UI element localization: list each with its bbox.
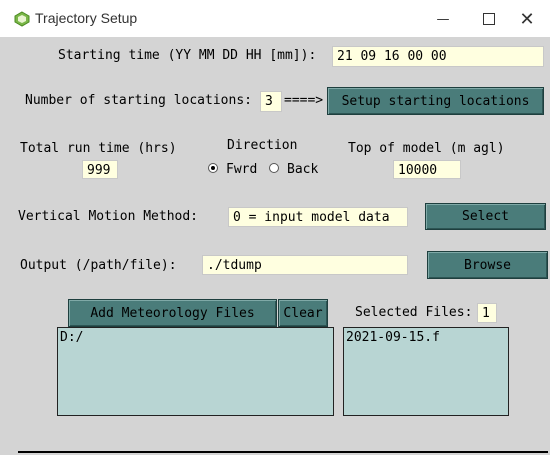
run-time-input[interactable]: 999 [82, 160, 118, 179]
start-time-input[interactable]: 21 09 16 00 00 [332, 46, 544, 67]
direction-label: Direction [227, 138, 298, 153]
maximize-icon [483, 13, 495, 25]
locations-arrow: ====> [284, 93, 324, 108]
forward-label: Fwrd [226, 162, 258, 177]
selected-files-count[interactable]: 1 [477, 303, 497, 323]
directory-listbox[interactable]: D:/ [57, 327, 334, 416]
files-listbox[interactable]: 2021-09-15.f [343, 327, 509, 416]
list-item[interactable]: D:/ [60, 330, 331, 345]
select-button[interactable]: Select [425, 203, 546, 230]
run-time-label: Total run time (hrs) [20, 141, 177, 156]
setup-locations-button[interactable]: Setup starting locations [327, 87, 544, 115]
add-meteorology-button[interactable]: Add Meteorology Files [68, 299, 277, 327]
bottom-divider [18, 451, 548, 453]
close-icon: ✕ [519, 8, 535, 30]
back-label: Back [287, 162, 319, 177]
output-label: Output (/path/file): [20, 258, 177, 273]
locations-label: Number of starting locations: [25, 93, 252, 108]
minimize-button[interactable]: — [420, 4, 466, 34]
back-radio[interactable] [269, 163, 281, 175]
clear-button[interactable]: Clear [278, 299, 328, 327]
top-model-input[interactable]: 10000 [393, 160, 461, 179]
forward-radio[interactable] [208, 163, 220, 175]
output-path-input[interactable]: ./tdump [202, 255, 408, 275]
list-item[interactable]: 2021-09-15.f [346, 330, 506, 345]
start-time-label: Starting time (YY MM DD HH [mm]): [58, 48, 317, 63]
selected-files-label: Selected Files: [355, 305, 473, 320]
app-icon [14, 11, 30, 27]
browse-button[interactable]: Browse [427, 251, 548, 279]
close-button[interactable]: ✕ [504, 4, 550, 34]
vertical-motion-field[interactable]: 0 = input model data [228, 207, 408, 227]
top-model-label: Top of model (m agl) [348, 141, 505, 156]
window-title: Trajectory Setup [35, 10, 138, 26]
minimize-icon: — [436, 11, 450, 27]
locations-count-input[interactable]: 3 [260, 91, 282, 112]
vertical-motion-label: Vertical Motion Method: [18, 209, 199, 224]
